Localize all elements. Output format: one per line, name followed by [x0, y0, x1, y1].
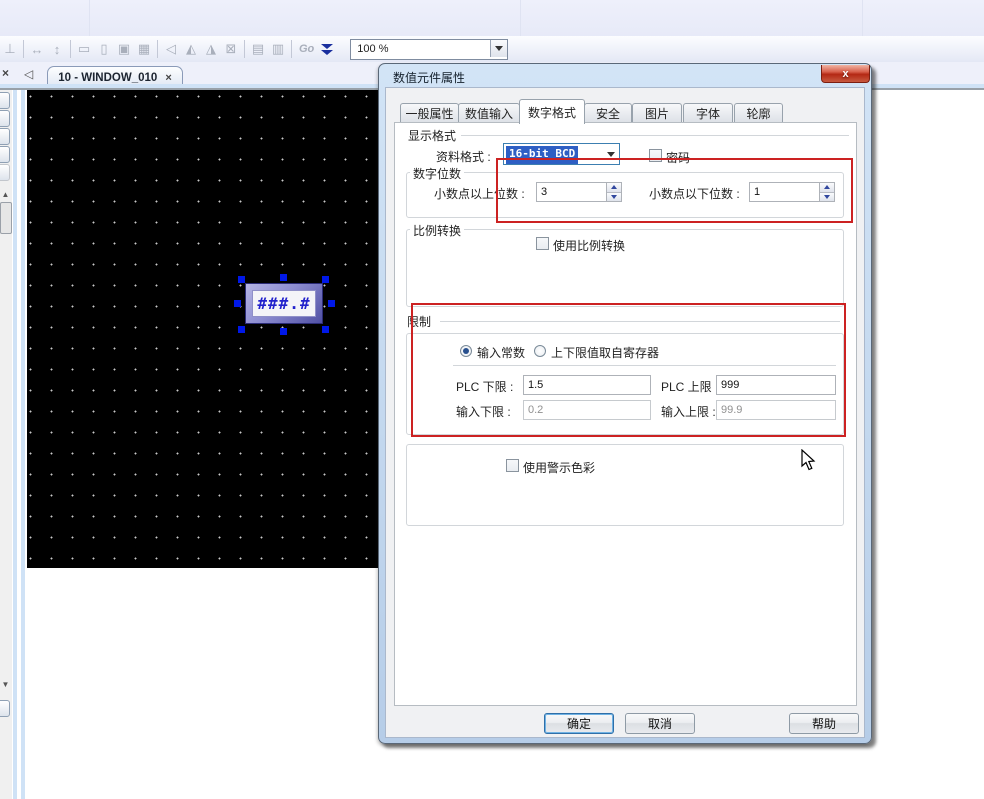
use-scale-label: 使用比例转换	[553, 237, 625, 254]
scrollbar-thumb[interactable]	[0, 202, 12, 234]
toolbar-separator	[157, 40, 158, 58]
tab-scroll-left-icon[interactable]: ◁	[24, 67, 33, 81]
scroll-up-icon[interactable]: ▲	[0, 190, 11, 199]
cancel-button[interactable]: 取消	[625, 713, 695, 734]
toolbar-separator	[70, 40, 71, 58]
left-tool-button[interactable]	[0, 92, 10, 109]
dialog-title: 数值元件属性	[393, 69, 465, 86]
layer-order-icon[interactable]	[318, 44, 336, 55]
annotation-rect-digits	[496, 158, 853, 223]
group-icon[interactable]: ▤	[248, 40, 268, 58]
numeric-element-text: ###.#	[252, 290, 316, 317]
tab-general[interactable]: 一般属性	[400, 103, 459, 123]
ok-button[interactable]: 确定	[544, 713, 614, 734]
selection-handle[interactable]	[322, 276, 329, 283]
toolbar-separator	[291, 40, 292, 58]
group-divider	[461, 135, 849, 136]
same-width-icon[interactable]: ↔	[27, 40, 47, 58]
selection-handle[interactable]	[280, 274, 287, 281]
left-tool-button[interactable]	[0, 128, 10, 145]
zoom-dropdown-button[interactable]	[490, 40, 507, 57]
splitter-bar[interactable]	[21, 90, 25, 799]
tab-security[interactable]: 安全	[584, 103, 632, 123]
left-panel-strip: ▲ ▼	[0, 90, 12, 799]
selection-handle[interactable]	[238, 326, 245, 333]
rotate-icon[interactable]: ◮	[201, 40, 221, 58]
tab-close-icon[interactable]: ×	[165, 72, 171, 84]
display-format-group-label: 显示格式	[405, 127, 459, 144]
center-in-window-icon[interactable]: ▣	[114, 40, 134, 58]
warning-color-checkbox[interactable]	[506, 459, 519, 472]
toolbar-band-divider	[520, 0, 521, 36]
use-scale-checkbox[interactable]	[536, 237, 549, 250]
selection-handle[interactable]	[234, 300, 241, 307]
scale-group-label: 比例转换	[410, 222, 464, 239]
align-vertical-icon[interactable]: ▯	[94, 40, 114, 58]
zoom-combobox[interactable]: 100 %	[350, 39, 508, 60]
go-button[interactable]: Go	[295, 43, 318, 55]
selection-handle[interactable]	[328, 300, 335, 307]
toolbar-band-divider	[862, 0, 863, 36]
same-height-icon[interactable]: ↕	[47, 40, 67, 58]
zoom-value: 100 %	[351, 43, 388, 55]
warning-groupbox	[406, 444, 844, 526]
chevron-down-icon	[495, 46, 503, 51]
align-bottom-icon[interactable]: ⊥	[0, 40, 20, 58]
toolbar-separator	[23, 40, 24, 58]
annotation-rect-limit	[411, 303, 846, 437]
scroll-down-icon[interactable]: ▼	[0, 680, 11, 689]
tab-numeric-input[interactable]: 数值输入	[458, 103, 520, 123]
digits-group-label: 数字位数	[410, 165, 464, 182]
align-horizontal-icon[interactable]: ▭	[74, 40, 94, 58]
flip-left-icon[interactable]: ◁	[161, 40, 181, 58]
pin-icon[interactable]: ⊠	[221, 40, 241, 58]
top-toolbar-strip	[0, 0, 984, 36]
panel-close-icon[interactable]: ×	[2, 66, 9, 80]
toolbar-separator	[244, 40, 245, 58]
left-tool-button[interactable]	[0, 110, 10, 127]
flip-horizontal-icon[interactable]: ◭	[181, 40, 201, 58]
design-canvas[interactable]: ###.#	[27, 90, 390, 568]
data-format-label: 资料格式 :	[436, 148, 491, 165]
left-tool-button[interactable]	[0, 146, 10, 163]
toolbar-band-divider	[89, 0, 90, 36]
selection-handle[interactable]	[280, 328, 287, 335]
chevron-down-icon	[607, 152, 615, 157]
warning-color-label: 使用警示色彩	[523, 459, 595, 476]
numeric-element[interactable]: ###.#	[245, 283, 323, 324]
help-button[interactable]: 帮助	[789, 713, 859, 734]
splitter-bar[interactable]	[13, 90, 17, 799]
tab-font[interactable]: 字体	[683, 103, 733, 123]
tab-profile[interactable]: 轮廓	[734, 103, 783, 123]
dialog-close-button[interactable]: x	[821, 65, 870, 83]
tab-picture[interactable]: 图片	[632, 103, 682, 123]
left-tool-button[interactable]	[0, 700, 10, 717]
selection-handle[interactable]	[238, 276, 245, 283]
tab-label: 10 - WINDOW_010	[58, 72, 157, 84]
selection-handle[interactable]	[322, 326, 329, 333]
snap-grid-icon[interactable]: ▦	[134, 40, 154, 58]
tab-number-format[interactable]: 数字格式	[519, 99, 585, 124]
mouse-cursor-icon	[801, 449, 817, 471]
left-tool-button[interactable]	[0, 164, 10, 181]
ungroup-icon[interactable]: ▥	[268, 40, 288, 58]
edit-toolbar: ⊥ ↔ ↕ ▭ ▯ ▣ ▦ ◁ ◭ ◮ ⊠ ▤ ▥ Go 100 %	[0, 36, 984, 63]
application-window: ⊥ ↔ ↕ ▭ ▯ ▣ ▦ ◁ ◭ ◮ ⊠ ▤ ▥ Go 100 % × ◁ 1…	[0, 0, 984, 799]
